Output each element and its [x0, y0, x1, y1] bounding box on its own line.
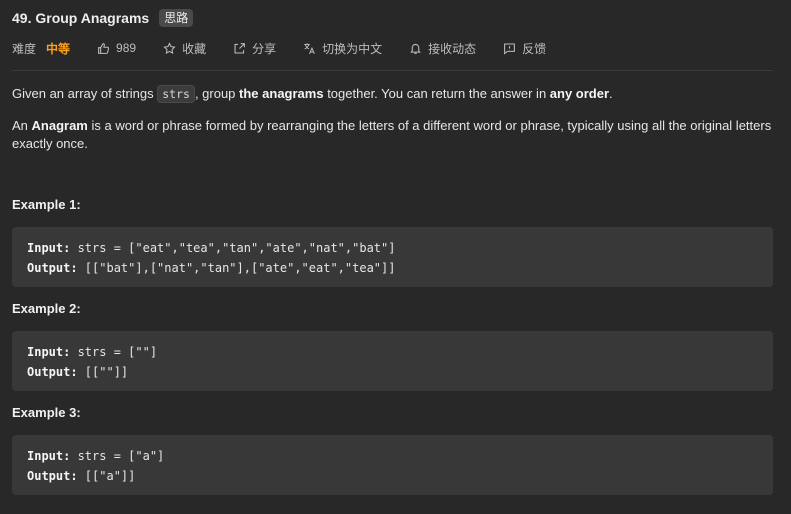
thumbs-up-icon: [96, 41, 110, 55]
feedback-icon: [502, 41, 516, 55]
difficulty-label: 难度: [12, 41, 37, 56]
bell-icon: [408, 41, 422, 55]
switch-language-button[interactable]: 切换为中文: [302, 40, 382, 57]
switch-language-label: 切换为中文: [322, 41, 383, 56]
favorite-label: 收藏: [182, 41, 207, 56]
feedback-label: 反馈: [522, 41, 547, 56]
example-1-input: Input: strs = ["eat","tea","tan","ate","…: [27, 241, 396, 255]
title-row: 49. Group Anagrams 思路: [12, 9, 194, 27]
share-button[interactable]: 分享: [232, 40, 276, 57]
notify-button[interactable]: 接收动态: [408, 40, 476, 57]
example-3-title: Example 3:: [12, 405, 81, 420]
translate-icon: [302, 41, 316, 55]
favorite-button[interactable]: 收藏: [162, 40, 206, 57]
example-2-box: Input: strs = [""] Output: [[""]]: [12, 331, 773, 391]
example-3-output: Output: [["a"]]: [27, 469, 136, 483]
feedback-button[interactable]: 反馈: [502, 40, 546, 57]
hint-badge[interactable]: 思路: [159, 9, 194, 27]
example-1-box: Input: strs = ["eat","tea","tan","ate","…: [12, 227, 773, 287]
meta-toolbar: 难度 中等 989 收藏 分享 切换为中文 接收动态 反馈: [12, 39, 572, 57]
description-paragraph-1: Given an array of strings strs, group th…: [12, 85, 613, 103]
example-2-output: Output: [[""]]: [27, 365, 129, 379]
share-label: 分享: [252, 41, 277, 56]
like-count: 989: [116, 41, 137, 55]
star-icon: [162, 41, 176, 55]
like-button[interactable]: 989: [96, 41, 136, 55]
description-paragraph-2: An Anagram is a word or phrase formed by…: [12, 118, 772, 151]
example-1-title: Example 1:: [12, 197, 81, 212]
example-1-output: Output: [["bat"],["nat","tan"],["ate","e…: [27, 261, 396, 275]
example-2-input: Input: strs = [""]: [27, 345, 158, 359]
difficulty: 难度 中等: [12, 40, 70, 57]
problem-title: 49. Group Anagrams: [12, 10, 150, 26]
problem-page: 49. Group Anagrams 思路 难度 中等 989 收藏 分享 切换…: [0, 0, 791, 514]
difficulty-value: 中等: [46, 41, 71, 56]
notify-label: 接收动态: [428, 41, 477, 56]
example-3-box: Input: strs = ["a"] Output: [["a"]]: [12, 435, 773, 495]
example-2-title: Example 2:: [12, 301, 81, 316]
share-icon: [232, 41, 246, 55]
divider: [12, 70, 773, 71]
inline-code-strs: strs: [157, 85, 195, 103]
example-3-input: Input: strs = ["a"]: [27, 449, 165, 463]
